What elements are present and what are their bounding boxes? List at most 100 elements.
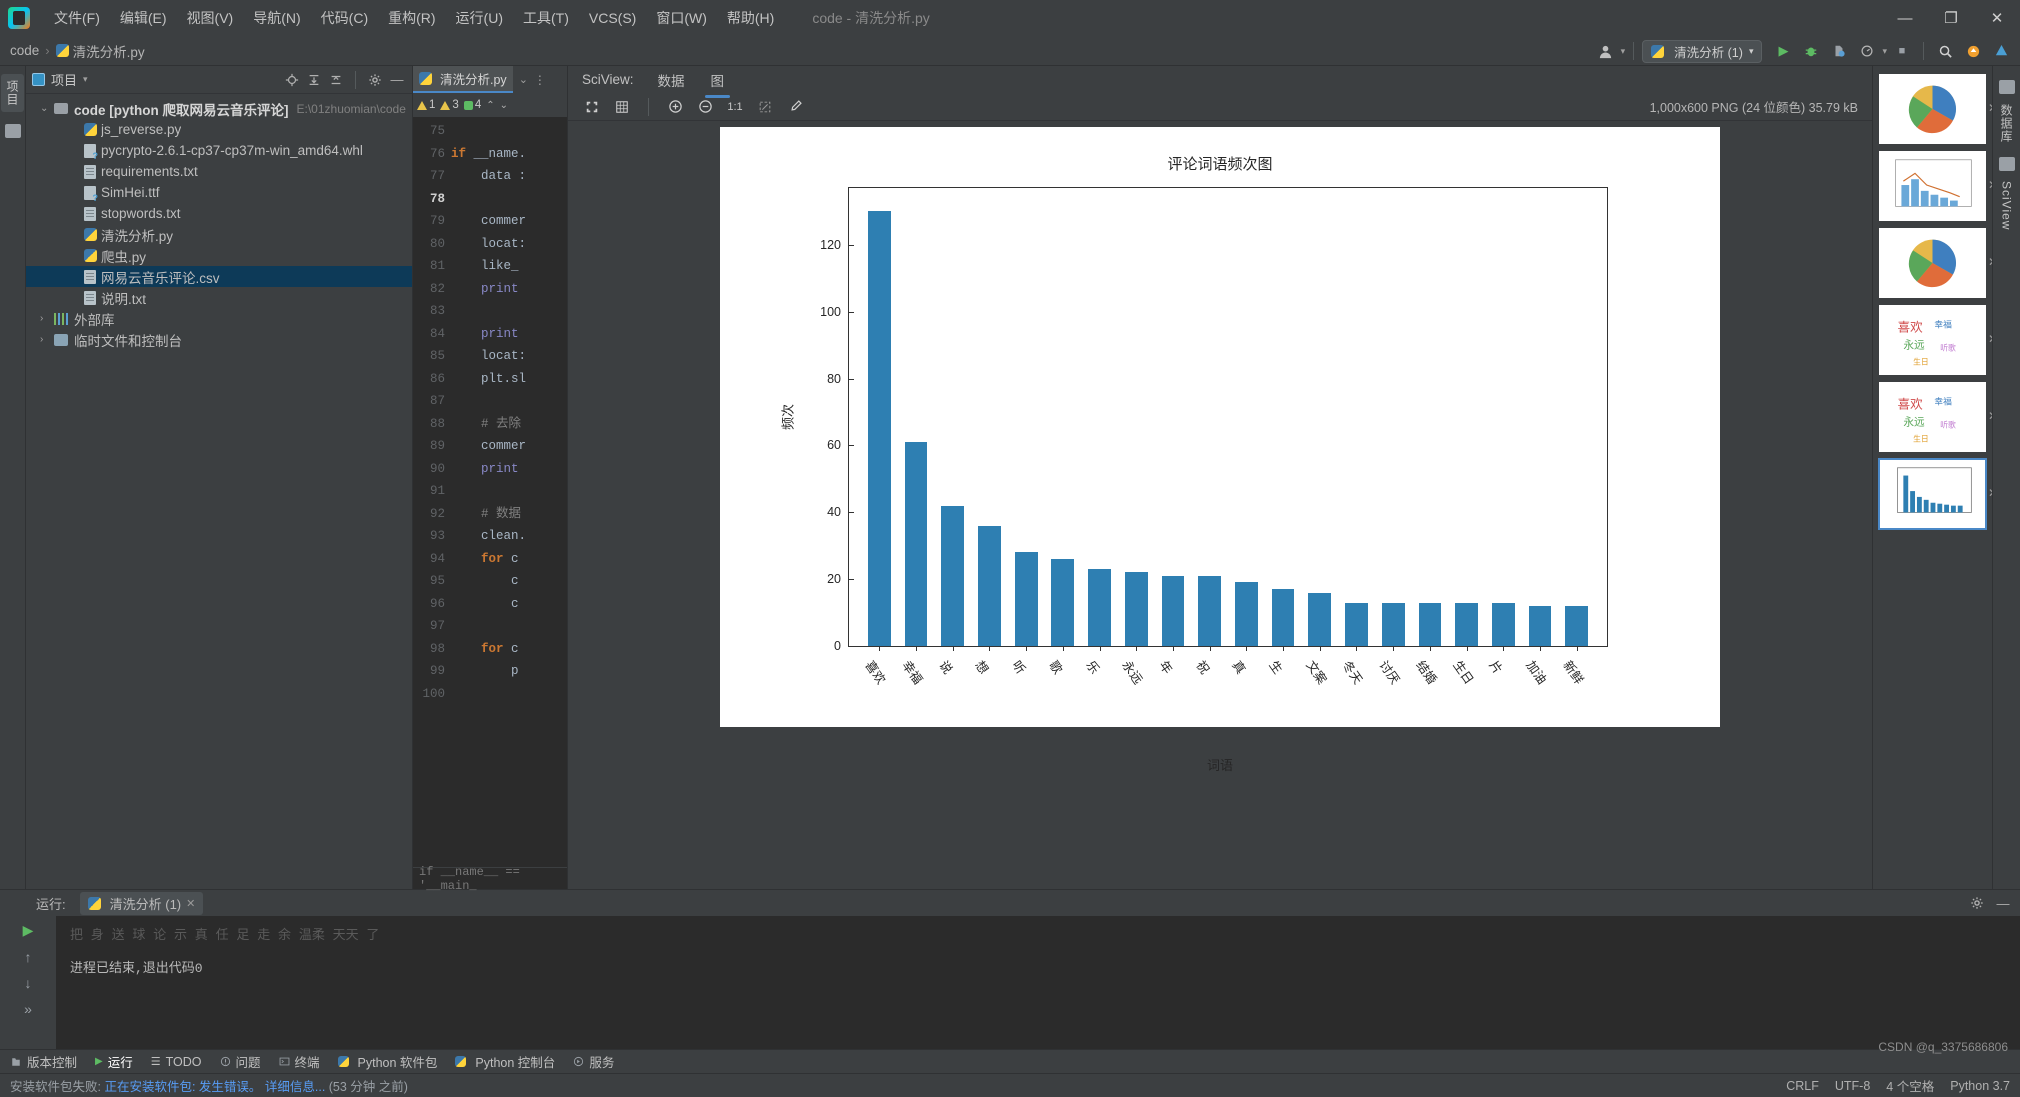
toolwindow-todo[interactable]: ☰ TODO xyxy=(151,1055,202,1069)
plot-thumbnail[interactable]: ✕ xyxy=(1879,74,1986,144)
color-picker-icon[interactable] xyxy=(785,97,805,117)
sidebar-item-project[interactable]: 项目 xyxy=(1,74,24,112)
warning-count[interactable]: 1 xyxy=(417,99,435,111)
profiler-icon[interactable] xyxy=(1854,38,1880,64)
tree-item[interactable]: ⌄code [python 爬取网易云音乐评论]E:\01zhuomian\co… xyxy=(26,98,412,119)
gear-icon[interactable] xyxy=(1968,894,1986,912)
expand-all-icon[interactable] xyxy=(305,71,323,89)
user-icon[interactable] xyxy=(1593,38,1619,64)
menu-tools[interactable]: 工具(T) xyxy=(513,4,579,32)
plot-thumbnail[interactable]: ✕ xyxy=(1879,228,1986,298)
fit-content-icon[interactable] xyxy=(582,97,602,117)
menu-navigate[interactable]: 导航(N) xyxy=(243,4,310,32)
menu-window[interactable]: 窗口(W) xyxy=(646,4,717,32)
code-editor[interactable]: 7576777879808182838485868788899091929394… xyxy=(413,117,567,867)
close-icon[interactable]: ✕ xyxy=(1988,178,1992,192)
tree-item[interactable]: ›临时文件和控制台 xyxy=(26,329,412,350)
chevron-down-icon[interactable]: ▾ xyxy=(83,74,88,85)
toolwindow-python-packages[interactable]: Python 软件包 xyxy=(338,1052,438,1071)
indent-label[interactable]: 4 个空格 xyxy=(1886,1076,1934,1095)
close-icon[interactable]: ✕ xyxy=(1988,409,1992,423)
locate-icon[interactable] xyxy=(283,71,301,89)
collapse-all-icon[interactable] xyxy=(327,71,345,89)
zoom-in-icon[interactable] xyxy=(665,97,685,117)
tab-plots[interactable]: 图 xyxy=(709,67,727,93)
toolwindow-python-console[interactable]: Python 控制台 xyxy=(455,1052,555,1071)
tree-item[interactable]: js_reverse.py xyxy=(26,119,412,140)
toolwindow-version-control[interactable]: 版本控制 xyxy=(10,1052,77,1071)
tree-item[interactable]: 说明.txt xyxy=(26,287,412,308)
rerun-icon[interactable]: ▶ xyxy=(23,922,34,939)
tree-item[interactable]: ›外部库 xyxy=(26,308,412,329)
encoding-label[interactable]: UTF-8 xyxy=(1835,1079,1870,1093)
close-icon[interactable]: ✕ xyxy=(186,897,195,910)
grid-icon[interactable] xyxy=(1999,157,2015,171)
sidebar-item-database[interactable]: 数据库 xyxy=(1998,104,2015,143)
menu-refactor[interactable]: 重构(R) xyxy=(378,4,445,32)
close-icon[interactable]: ✕ xyxy=(1988,101,1992,115)
run-button[interactable]: ▶ xyxy=(1770,38,1796,64)
toolwindow-problems[interactable]: 问题 xyxy=(220,1052,261,1071)
tree-item[interactable]: requirements.txt xyxy=(26,161,412,182)
tree-item[interactable]: 清洗分析.py xyxy=(26,224,412,245)
run-console-output[interactable]: 把 身 送 球 论 示 真 任 足 走 余 温柔 天天 了 进程已结束,退出代码… xyxy=(56,916,2020,1049)
plot-viewport[interactable]: 评论词语频次图 喜欢幸福说想听歌乐永远年祝真生文案冬天讨厌结婚生日片加油新鲜 0… xyxy=(568,121,1872,889)
tree-item[interactable]: stopwords.txt xyxy=(26,203,412,224)
minimize-button[interactable]: — xyxy=(1882,0,1928,36)
more-icon[interactable]: » xyxy=(24,1001,32,1017)
twisty-icon[interactable]: › xyxy=(40,334,54,345)
tree-item[interactable]: 爬虫.py xyxy=(26,245,412,266)
menu-run[interactable]: 运行(U) xyxy=(446,4,513,32)
gear-icon[interactable] xyxy=(366,71,384,89)
close-icon[interactable]: ✕ xyxy=(1988,255,1992,269)
menu-file[interactable]: 文件(F) xyxy=(44,4,110,32)
plot-thumbnail[interactable]: ✕ xyxy=(1879,459,1986,529)
toolwindow-services[interactable]: 服务 xyxy=(573,1052,614,1071)
twisty-icon[interactable]: ⌄ xyxy=(40,103,54,114)
tree-item[interactable]: pycrypto-2.6.1-cp37-cp37m-win_amd64.whl xyxy=(26,140,412,161)
breadcrumb-file[interactable]: 清洗分析.py xyxy=(73,41,145,61)
hide-panel-icon[interactable]: — xyxy=(1994,894,2012,912)
debug-icon[interactable] xyxy=(1798,38,1824,64)
hide-panel-icon[interactable]: — xyxy=(388,71,406,89)
update-icon[interactable] xyxy=(1960,38,1986,64)
code-content[interactable]: if __name. data : commer locat: like_ pr… xyxy=(451,117,567,867)
status-message[interactable]: 安装软件包失败: 正在安装软件包: 发生错误。 详细信息... (53 分钟 之… xyxy=(10,1076,408,1095)
actual-size-label[interactable]: 1:1 xyxy=(725,97,745,117)
menu-edit[interactable]: 编辑(E) xyxy=(110,4,177,32)
grid-icon[interactable] xyxy=(612,97,632,117)
close-icon[interactable]: ✕ xyxy=(1988,486,1992,500)
maximize-button[interactable]: ❐ xyxy=(1928,0,1974,36)
run-configuration-selector[interactable]: 清洗分析 (1) ▾ xyxy=(1642,40,1762,63)
chevron-down-icon[interactable]: ⌄ xyxy=(519,73,528,86)
tree-item[interactable]: 网易云音乐评论.csv xyxy=(26,266,412,287)
status-message-link[interactable]: 正在安装软件包: 发生错误。 详细信息... xyxy=(104,1080,325,1094)
menu-view[interactable]: 视图(V) xyxy=(177,4,244,32)
close-icon[interactable]: ✕ xyxy=(1988,332,1992,346)
structure-icon[interactable] xyxy=(5,124,21,138)
stop-button[interactable]: ■ xyxy=(1889,38,1915,64)
close-button[interactable]: ✕ xyxy=(1974,0,2020,36)
notification-icon[interactable] xyxy=(1988,38,2014,64)
menu-code[interactable]: 代码(C) xyxy=(311,4,378,32)
interpreter-label[interactable]: Python 3.7 xyxy=(1950,1079,2010,1093)
coverage-icon[interactable] xyxy=(1826,38,1852,64)
tab-qingxi-fenxi-py[interactable]: 清洗分析.py xyxy=(413,66,513,93)
next-issue-icon[interactable]: ⌄ xyxy=(500,100,508,111)
previous-issue-icon[interactable]: ⌃ xyxy=(486,100,494,111)
search-icon[interactable] xyxy=(1932,38,1958,64)
typo-count[interactable]: 4 xyxy=(464,99,481,111)
scroll-up-icon[interactable]: ↑ xyxy=(25,949,32,965)
database-icon[interactable] xyxy=(1999,80,2015,94)
twisty-icon[interactable]: › xyxy=(40,313,54,324)
plot-thumbnail[interactable]: 喜欢幸福永远听歌生日✕ xyxy=(1879,382,1986,452)
plot-thumbnail[interactable]: ✕ xyxy=(1879,151,1986,221)
toolwindow-run[interactable]: ▶ 运行 xyxy=(95,1052,133,1071)
zoom-out-icon[interactable] xyxy=(695,97,715,117)
tree-item[interactable]: SimHei.ttf xyxy=(26,182,412,203)
plot-thumbnail[interactable]: 喜欢幸福永远听歌生日✕ xyxy=(1879,305,1986,375)
weak-warning-count[interactable]: 3 xyxy=(440,99,458,111)
plot-image[interactable]: 评论词语频次图 喜欢幸福说想听歌乐永远年祝真生文案冬天讨厌结婚生日片加油新鲜 0… xyxy=(720,127,1720,727)
toolwindow-terminal[interactable]: 终端 xyxy=(279,1052,320,1071)
menu-vcs[interactable]: VCS(S) xyxy=(579,6,646,30)
